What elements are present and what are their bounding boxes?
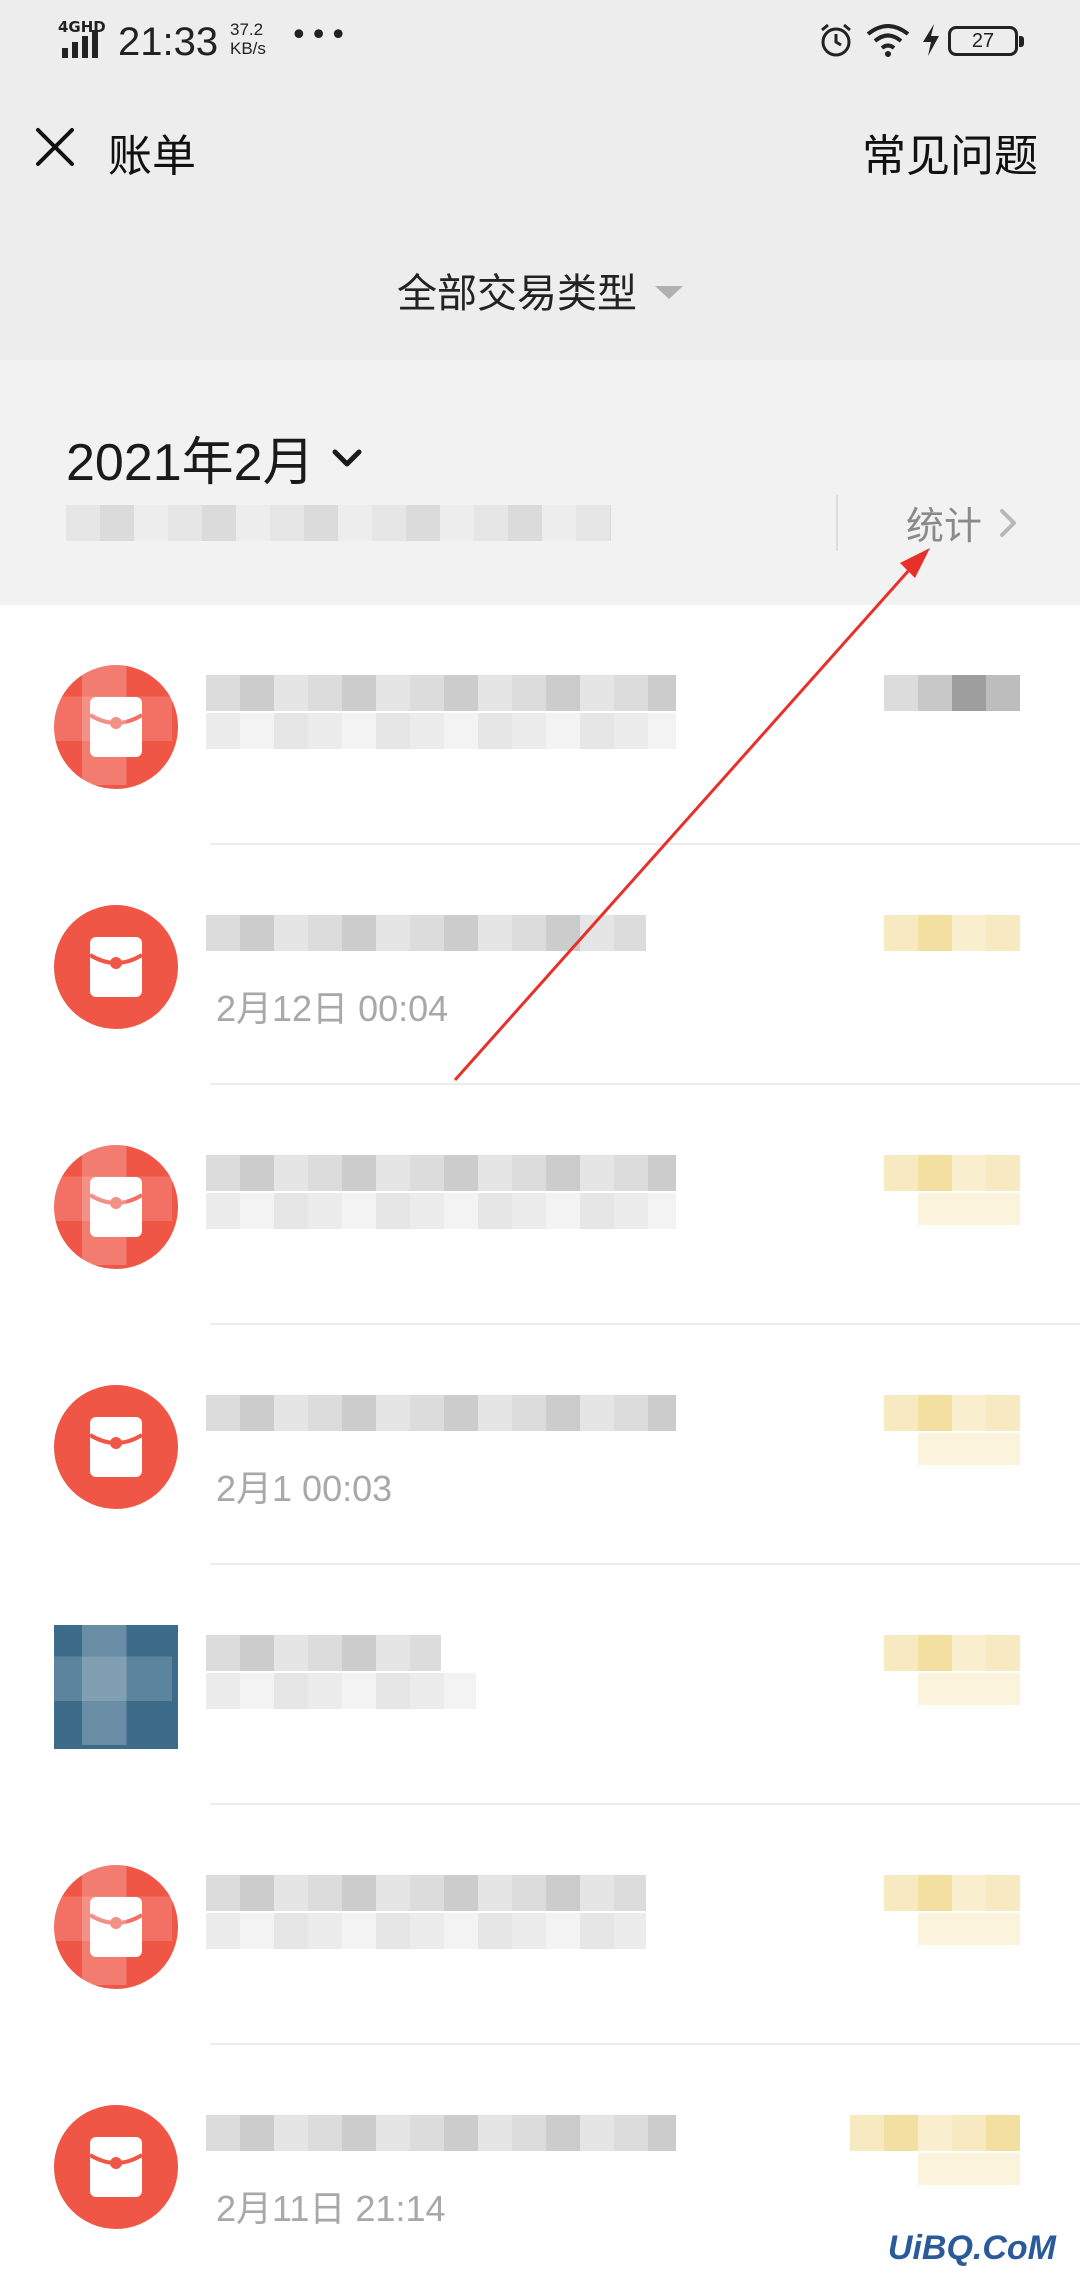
alarm-icon xyxy=(821,23,851,57)
red-envelope-icon xyxy=(54,905,178,1029)
caret-down-icon xyxy=(655,285,683,299)
battery-level: 27 xyxy=(948,26,1024,56)
redacted-title xyxy=(206,1635,441,1671)
transaction-row[interactable]: 2月1 00:03 xyxy=(0,1325,1080,1565)
speed-value: 37.2 xyxy=(230,20,264,39)
more-notifications-icon: ••• xyxy=(290,18,350,53)
watermark: UiBQ.CoM xyxy=(887,2229,1056,2267)
redacted-time xyxy=(206,1673,476,1709)
charging-icon xyxy=(923,24,939,56)
statistics-label: 统计 xyxy=(906,504,983,548)
redacted-time xyxy=(206,1913,646,1949)
faq-link[interactable]: 常见问题 xyxy=(862,120,1038,184)
redaction-mosaic xyxy=(38,1851,172,1985)
transaction-list: 2月12日 00:04 2月1 00:03 2月11日 21:14 xyxy=(0,605,1080,2280)
wifi-icon xyxy=(866,24,910,57)
redacted-amount xyxy=(850,2115,1020,2151)
transaction-time: 2月11日 21:14 xyxy=(216,2188,446,2229)
redacted-title xyxy=(206,915,646,951)
page-title: 账单 xyxy=(108,131,196,182)
month-label: 2021年2月 xyxy=(66,434,315,492)
transaction-row[interactable] xyxy=(0,605,1080,845)
transaction-type-filter[interactable]: 全部交易类型 xyxy=(0,220,1080,360)
redacted-amount-secondary xyxy=(918,2153,1020,2185)
month-selector[interactable]: 2021年2月 xyxy=(66,420,365,495)
transaction-row[interactable] xyxy=(0,1805,1080,2045)
month-header: 2021年2月 统计 xyxy=(0,360,1080,605)
redaction-mosaic xyxy=(38,1131,172,1265)
chevron-down-icon xyxy=(332,449,362,466)
signal-icon xyxy=(62,30,98,58)
status-bar: 4GHD 21:33 37.2 KB/s ••• 27 xyxy=(0,0,1080,80)
transaction-row[interactable] xyxy=(0,1085,1080,1325)
redacted-time xyxy=(206,1193,676,1229)
status-time: 21:33 xyxy=(118,20,219,64)
redacted-title xyxy=(206,675,676,711)
filter-label: 全部交易类型 xyxy=(397,271,637,317)
redacted-amount-secondary xyxy=(918,1913,1020,1945)
redacted-amount xyxy=(884,1395,1020,1431)
speed-unit: KB/s xyxy=(230,39,266,58)
network-speed: 37.2 KB/s xyxy=(230,20,266,58)
month-summary-redacted xyxy=(66,505,611,541)
redacted-amount-secondary xyxy=(918,1433,1020,1465)
redaction-mosaic xyxy=(38,1611,172,1745)
redacted-amount xyxy=(884,675,1020,711)
redacted-amount-secondary xyxy=(918,1673,1020,1705)
redacted-title xyxy=(206,2115,676,2151)
transaction-row[interactable]: 2月12日 00:04 xyxy=(0,845,1080,1085)
redacted-title xyxy=(206,1155,676,1191)
redacted-amount xyxy=(884,1155,1020,1191)
transaction-time: 2月1 00:03 xyxy=(216,1468,393,1509)
statistics-link[interactable]: 统计 xyxy=(906,495,1022,550)
redacted-amount-secondary xyxy=(918,1193,1020,1225)
redacted-amount xyxy=(884,915,1020,951)
redacted-amount xyxy=(884,1635,1020,1671)
redacted-time xyxy=(206,713,676,749)
nav-bar: 账单 常见问题 xyxy=(0,80,1080,220)
redaction-mosaic xyxy=(38,651,172,785)
redacted-title xyxy=(206,1875,646,1911)
redacted-title xyxy=(206,1395,676,1431)
red-envelope-icon xyxy=(54,2105,178,2229)
transaction-row[interactable] xyxy=(0,1565,1080,1805)
transaction-time: 2月12日 00:04 xyxy=(216,988,449,1029)
chevron-right-icon xyxy=(1000,508,1017,537)
red-envelope-icon xyxy=(54,1385,178,1509)
close-icon[interactable] xyxy=(30,122,80,172)
divider xyxy=(836,495,838,551)
redacted-amount xyxy=(884,1875,1020,1911)
